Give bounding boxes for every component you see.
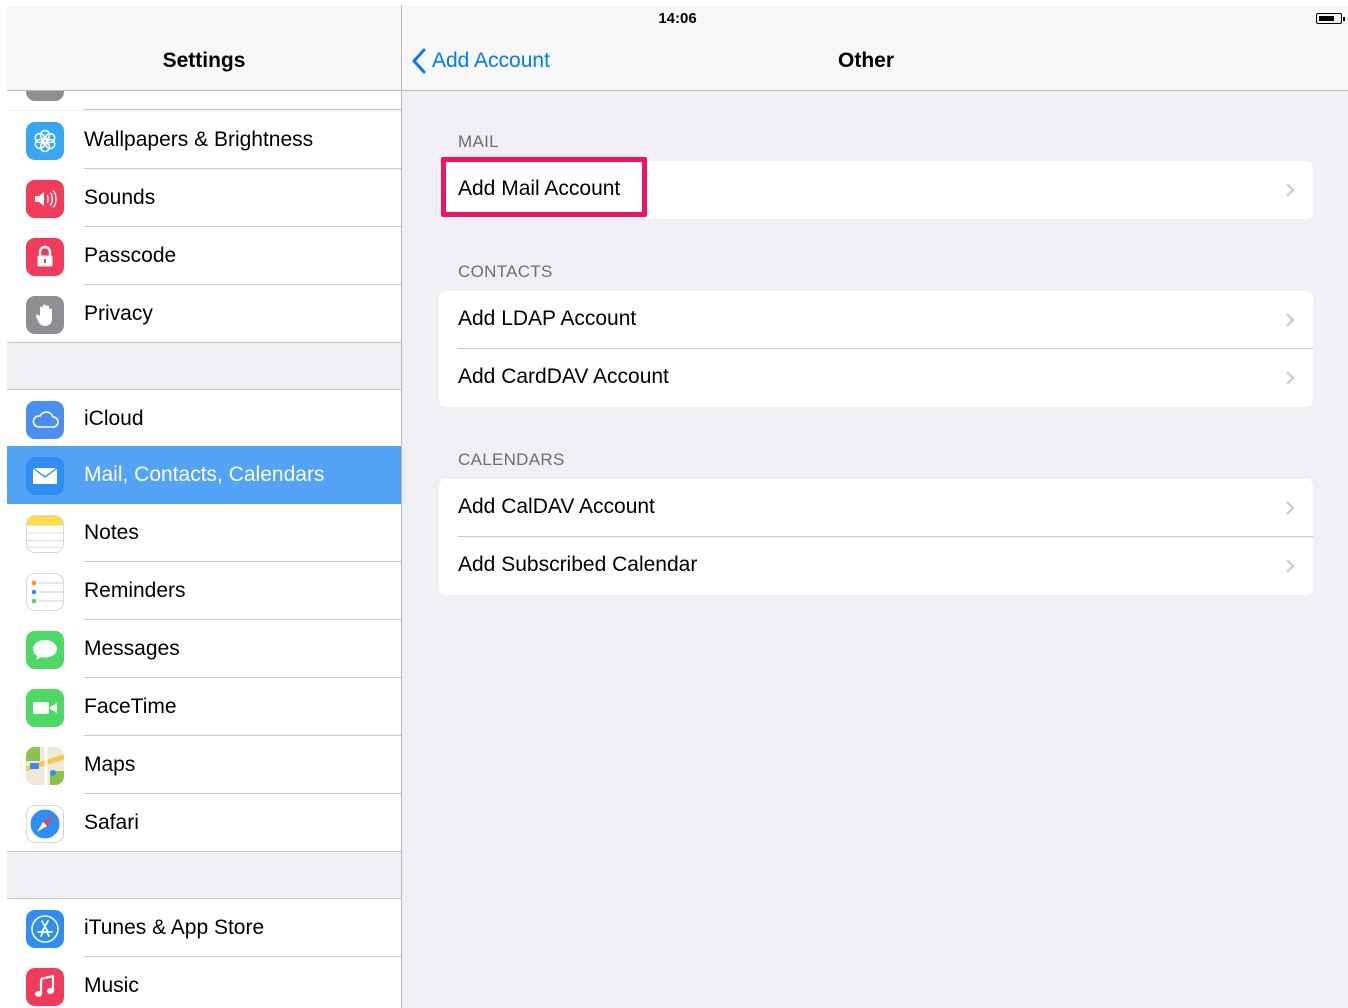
cell-label: Add LDAP Account [458, 307, 637, 330]
sidebar-item-label: Passcode [84, 244, 177, 267]
section-header-contacts: CONTACTS [458, 262, 553, 281]
messages-icon [26, 631, 64, 669]
cloud-icon [26, 401, 64, 439]
maps-icon [26, 747, 64, 785]
add-mail-account-cell[interactable]: Add Mail Account [439, 161, 1313, 219]
reminders-icon [26, 573, 64, 611]
back-button[interactable]: Add Account [412, 45, 550, 77]
sidebar-item-music[interactable]: Music [7, 957, 401, 1008]
settings-nav-bar: Settings [7, 5, 401, 91]
contacts-group: Add LDAP Account Add CardDAV Account [439, 291, 1313, 407]
add-ldap-account-cell[interactable]: Add LDAP Account [439, 291, 1313, 349]
mail-group: Add Mail Account [439, 161, 1313, 219]
sidebar-item-label: Reminders [84, 579, 186, 602]
sidebar-item-label: iCloud [84, 407, 144, 430]
sidebar-item-privacy[interactable]: Privacy [7, 285, 401, 343]
mail-icon [26, 457, 64, 495]
sidebar-item-messages[interactable]: Messages [7, 620, 401, 678]
sidebar-item-label: Music [84, 974, 139, 997]
sidebar-item-label: Messages [84, 637, 180, 660]
sidebar-item-itunes-app-store[interactable]: iTunes & App Store [7, 899, 401, 957]
cell-label: Add Mail Account [458, 177, 621, 200]
battery-icon [1316, 13, 1345, 24]
sidebar-item-label: Wallpapers & Brightness [84, 128, 314, 151]
sidebar-item-label: Privacy [84, 302, 153, 325]
detail-pane: Add Account Other MAIL Add Mail Account … [402, 5, 1348, 1008]
section-header-calendars: CALENDARS [458, 450, 565, 469]
calendars-group: Add CalDAV Account Add Subscribed Calend… [439, 479, 1313, 595]
notes-icon [26, 515, 64, 553]
sidebar-item-safari[interactable]: Safari [7, 794, 401, 852]
chevron-right-icon [1286, 559, 1295, 573]
cell-label: Add CalDAV Account [458, 495, 655, 518]
lock-icon [26, 238, 64, 276]
page-title: Other [838, 49, 895, 72]
chevron-right-icon [1286, 371, 1295, 385]
chevron-left-icon [412, 48, 426, 74]
sidebar-item-label: Mail, Contacts, Calendars [84, 463, 325, 486]
add-subscribed-calendar-cell[interactable]: Add Subscribed Calendar [439, 537, 1313, 595]
safari-icon [26, 805, 64, 843]
cell-label: Add Subscribed Calendar [458, 553, 698, 576]
settings-title: Settings [162, 49, 246, 72]
settings-sidebar: ⚙ Wallpapers & Brightness Sounds [7, 5, 402, 1008]
sidebar-item-passcode[interactable]: Passcode [7, 227, 401, 285]
sidebar-item-notes[interactable]: Notes [7, 504, 401, 562]
sidebar-item-label: Notes [84, 521, 139, 544]
ipad-screen: ⚙ Wallpapers & Brightness Sounds [7, 5, 1348, 1008]
sidebar-item-label: iTunes & App Store [84, 916, 265, 939]
app-store-icon [26, 910, 64, 948]
wallpaper-icon [26, 122, 64, 160]
sidebar-item-icloud[interactable]: iCloud [7, 390, 401, 448]
facetime-icon [26, 689, 64, 727]
chevron-right-icon [1286, 501, 1295, 515]
hand-icon [26, 296, 64, 334]
add-carddav-account-cell[interactable]: Add CardDAV Account [439, 349, 1313, 407]
sidebar-item-reminders[interactable]: Reminders [7, 562, 401, 620]
back-button-label: Add Account [432, 49, 550, 72]
sidebar-item-facetime[interactable]: FaceTime [7, 678, 401, 736]
cell-label: Add CardDAV Account [458, 365, 669, 388]
sidebar-item-mail-contacts-calendars[interactable]: Mail, Contacts, Calendars [7, 446, 401, 504]
section-header-mail: MAIL [458, 132, 499, 151]
settings-list: ⚙ Wallpapers & Brightness Sounds [7, 5, 401, 1008]
sidebar-item-label: Safari [84, 811, 139, 834]
sidebar-item-label: FaceTime [84, 695, 177, 718]
add-caldav-account-cell[interactable]: Add CalDAV Account [439, 479, 1313, 537]
sidebar-item-wallpapers[interactable]: Wallpapers & Brightness [7, 111, 401, 169]
chevron-right-icon [1286, 183, 1295, 197]
sidebar-item-label: Maps [84, 753, 136, 776]
sidebar-item-sounds[interactable]: Sounds [7, 169, 401, 227]
speaker-icon [26, 180, 64, 218]
music-icon [26, 968, 64, 1006]
sidebar-item-maps[interactable]: Maps [7, 736, 401, 794]
chevron-right-icon [1286, 313, 1295, 327]
sidebar-item-label: Sounds [84, 186, 156, 209]
